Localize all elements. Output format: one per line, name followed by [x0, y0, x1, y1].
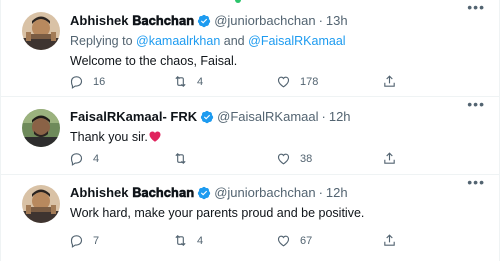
tweet[interactable]: Abhishek 𝐁𝐚𝐜𝐡𝐜𝐡𝐚𝐧 @juniorbachchan · 13h …: [1, 0, 499, 96]
separator-dot: ·: [318, 185, 323, 200]
red-heart-icon: [149, 131, 161, 142]
share-button[interactable]: [382, 151, 397, 166]
reply-button[interactable]: 16: [69, 74, 105, 89]
avatar-photo-icon: [22, 109, 60, 147]
timestamp[interactable]: 13h: [326, 12, 348, 30]
retweet-icon: [175, 235, 186, 246]
tweet-actions: 7 4 67: [69, 233, 409, 251]
more-icon[interactable]: •••: [467, 0, 485, 14]
tweet-text-content: Thank you sir.: [70, 130, 148, 144]
tweet-text: Welcome to the chaos, Faisal.: [70, 54, 238, 68]
like-count: 67: [300, 234, 313, 247]
retweet-button[interactable]: [173, 151, 197, 166]
tweet-content: Abhishek 𝐁𝐚𝐜𝐡𝐜𝐡𝐚𝐧 @juniorbachchan · 12h …: [70, 184, 487, 222]
verified-badge-icon: [201, 110, 214, 124]
retweet-count: 4: [197, 234, 204, 247]
share-icon: [384, 75, 395, 87]
avatar-photo-icon: [22, 12, 60, 50]
display-name[interactable]: FaisalRKamaal- FRK: [70, 108, 197, 126]
tweet-thread: Abhishek 𝐁𝐚𝐜𝐡𝐜𝐡𝐚𝐧 @juniorbachchan · 13h …: [0, 0, 500, 261]
reply-icon: [70, 235, 83, 248]
tweet-text: Work hard, make your parents proud and b…: [70, 206, 365, 220]
reply-button[interactable]: 4: [69, 151, 99, 166]
more-icon[interactable]: •••: [467, 97, 485, 111]
like-icon: [277, 76, 290, 88]
like-icon: [277, 235, 290, 247]
share-button[interactable]: [382, 233, 397, 248]
like-icon: [277, 153, 290, 165]
retweet-icon: [175, 76, 186, 87]
more-icon[interactable]: •••: [467, 175, 485, 189]
user-handle[interactable]: @juniorbachchan: [214, 12, 315, 30]
share-icon: [384, 152, 395, 164]
replying-to: Replying to @kamaalrkhan and @FaisalRKam…: [70, 32, 487, 50]
replying-to-prefix: Replying to: [70, 34, 133, 48]
user-handle[interactable]: @juniorbachchan: [214, 184, 315, 202]
reply-icon: [70, 153, 83, 166]
mention-link[interactable]: @kamaalrkhan: [136, 34, 220, 48]
tweet[interactable]: Abhishek 𝐁𝐚𝐜𝐡𝐜𝐡𝐚𝐧 @juniorbachchan · 12h …: [1, 174, 499, 261]
display-name[interactable]: Abhishek 𝐁𝐚𝐜𝐡𝐜𝐡𝐚𝐧: [70, 12, 194, 30]
like-button[interactable]: 38: [276, 151, 312, 166]
like-button[interactable]: 67: [276, 233, 312, 248]
timestamp[interactable]: 12h: [326, 184, 348, 202]
reply-count: 7: [93, 234, 100, 247]
separator-dot: ·: [318, 13, 323, 28]
tweet-content: Abhishek 𝐁𝐚𝐜𝐡𝐜𝐡𝐚𝐧 @juniorbachchan · 13h …: [70, 12, 487, 70]
tweet-content: FaisalRKamaal- FRK @FaisalRKamaal · 12h …: [70, 108, 487, 146]
tweet-text: Thank you sir.: [70, 128, 487, 146]
verified-badge-icon: [198, 14, 211, 28]
tweet-actions: 16 4 178: [69, 74, 409, 92]
tweet-header: Abhishek 𝐁𝐚𝐜𝐡𝐜𝐡𝐚𝐧 @juniorbachchan · 13h: [70, 12, 487, 30]
like-count: 38: [300, 152, 313, 165]
reply-button[interactable]: 7: [69, 233, 99, 248]
reply-count: 4: [93, 152, 100, 165]
display-name[interactable]: Abhishek 𝐁𝐚𝐜𝐡𝐜𝐡𝐚𝐧: [70, 184, 194, 202]
avatar-photo-icon: [22, 185, 60, 223]
retweet-button[interactable]: 4: [173, 74, 203, 89]
user-handle[interactable]: @FaisalRKamaal: [217, 108, 318, 126]
mention-link[interactable]: @FaisalRKamaal: [248, 34, 345, 48]
reply-count: 16: [93, 75, 106, 88]
share-icon: [384, 234, 395, 246]
share-button[interactable]: [382, 74, 397, 89]
timestamp[interactable]: 12h: [329, 108, 351, 126]
tweet-actions: 4 38: [69, 151, 409, 169]
like-count: 178: [300, 75, 319, 88]
reply-icon: [70, 76, 83, 89]
avatar[interactable]: [22, 185, 60, 223]
avatar[interactable]: [22, 12, 60, 50]
separator-dot: ·: [321, 109, 326, 124]
avatar[interactable]: [22, 109, 60, 147]
tweet-header: Abhishek 𝐁𝐚𝐜𝐡𝐜𝐡𝐚𝐧 @juniorbachchan · 12h: [70, 184, 487, 202]
tweet[interactable]: FaisalRKamaal- FRK @FaisalRKamaal · 12h …: [1, 96, 499, 174]
tweet-header: FaisalRKamaal- FRK @FaisalRKamaal · 12h: [70, 108, 487, 126]
retweet-button[interactable]: 4: [173, 233, 203, 248]
like-button[interactable]: 178: [276, 74, 318, 89]
retweet-count: 4: [197, 75, 204, 88]
verified-badge-icon: [198, 186, 211, 200]
retweet-icon: [175, 153, 186, 164]
replying-to-and: and: [223, 34, 245, 48]
